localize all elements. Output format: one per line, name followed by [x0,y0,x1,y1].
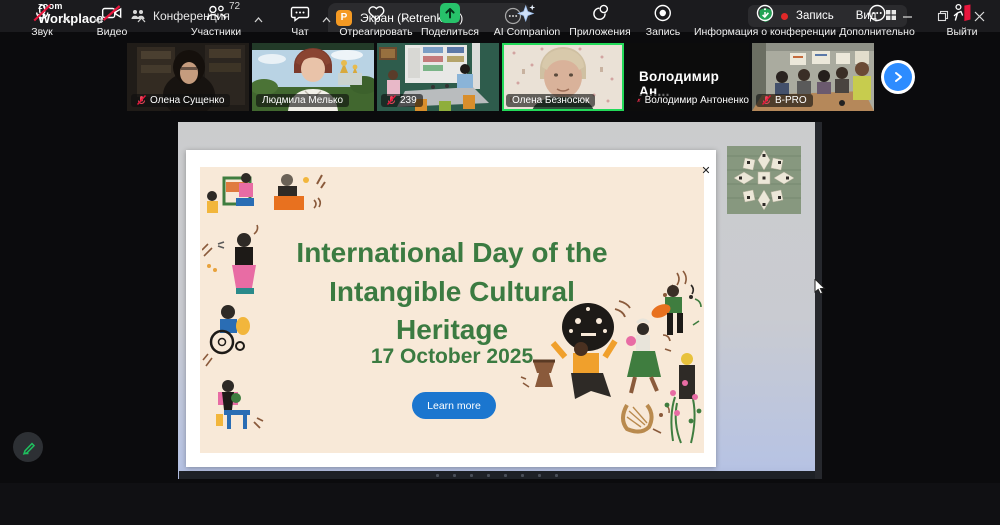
participant-name-badge: 239 [381,94,423,107]
participant-name: Володимир Антоненко [645,95,749,106]
muted-mic-icon [137,95,146,106]
shared-screen-scrollbar[interactable] [815,122,822,479]
control-toolbar [0,483,1000,525]
video-button[interactable]: Видео [97,3,128,38]
info-icon [755,3,775,23]
video-options-chevron[interactable] [137,10,146,28]
participants-icon: 72 [205,3,227,23]
participant-name: B-PRO [775,95,807,106]
chat-options-chevron[interactable] [322,10,331,28]
more-label: Дополнительно [839,26,915,38]
ai-companion-button[interactable]: AI Companion [494,3,561,38]
chat-button[interactable]: Чат [290,3,310,38]
leave-button[interactable]: Выйти [946,3,977,38]
share-screen-label: Поделиться [421,26,479,38]
video-tile-olena-beznosiuk[interactable]: Олена Безносюк [502,43,624,111]
mic-muted-icon [32,3,52,23]
audio-options-chevron[interactable] [62,10,71,28]
participant-name-badge: Людмила Мелько [256,94,349,107]
mouse-cursor [814,279,826,295]
banner-title-line1: International Day of the [200,234,704,273]
muted-mic-icon [637,95,641,106]
ai-companion-label: AI Companion [494,26,561,38]
muted-mic-icon [762,95,771,106]
leave-label: Выйти [946,26,977,38]
apps-button[interactable]: Приложения [569,3,630,38]
participant-name: Олена Безносюк [512,95,589,106]
audio-label: Звук [31,26,53,38]
video-tile-239[interactable]: 239 [377,43,499,111]
banner-date: 17 October 2025 [200,345,704,369]
participants-count: 72 [229,1,240,12]
banner-close-icon[interactable]: ✕ [699,163,713,177]
chevron-right-icon [884,63,912,91]
next-participants-button[interactable] [881,60,915,94]
meeting-info-button[interactable]: Информация о конференции [694,3,836,38]
banner-title-line3: Heritage [200,311,704,350]
record-label: Запись [646,26,680,38]
participants-label: Участники [191,26,241,38]
meeting-info-label: Информация о конференции [694,26,836,38]
annotate-button[interactable] [13,432,43,462]
zoom-window: zoom Workplace Конференция P Экран (Petr… [0,0,1000,525]
apps-icon [590,3,610,23]
muted-mic-icon [387,95,396,106]
record-button[interactable]: Запись [646,3,680,38]
more-button[interactable]: Дополнительно [839,3,915,38]
participant-name: 239 [400,95,417,106]
learn-more-button[interactable]: Learn more [412,392,496,419]
share-screen-button[interactable]: Поделиться [421,3,479,38]
participant-name-badge: Олена Безносюк [506,94,595,107]
share-screen-icon [439,3,461,23]
apps-label: Приложения [569,26,630,38]
record-icon [653,3,673,23]
banner-title: International Day of the Intangible Cult… [200,234,704,350]
shared-screen-taskbar [179,471,815,479]
participant-name-badge: B-PRO [756,94,813,107]
video-tile-liudmyla-melko[interactable]: Людмила Мелько [252,43,374,111]
video-tile-volodymyr-antonenko[interactable]: Володимир Ан... Володимир Антоненко [627,43,749,111]
embroidery-pattern-image [727,146,801,214]
chat-icon [290,3,310,23]
leave-meeting-icon [951,3,973,23]
more-ellipsis-icon [867,3,887,23]
heart-icon [366,3,386,23]
video-tile-olena-sushchenko[interactable]: Олена Сущенко [127,43,249,111]
pencil-icon [21,440,36,455]
react-options-chevron[interactable] [401,10,410,28]
audio-button[interactable]: Звук [31,3,53,38]
chat-label: Чат [291,26,308,38]
banner-title-line2: Intangible Cultural [200,273,704,312]
video-tile-b-pro[interactable]: B-PRO [752,43,874,111]
camera-muted-icon [101,3,123,23]
participant-name: Олена Сущенко [150,95,224,106]
participant-name-badge: Олена Сущенко [131,94,230,107]
participants-button[interactable]: 72 Участники [191,3,241,38]
video-label: Видео [97,26,128,38]
ai-sparkle-icon [517,3,537,23]
participant-name: Людмила Мелько [262,95,343,106]
participant-name-badge: Володимир Антоненко [631,94,749,107]
participants-options-chevron[interactable] [254,10,263,28]
